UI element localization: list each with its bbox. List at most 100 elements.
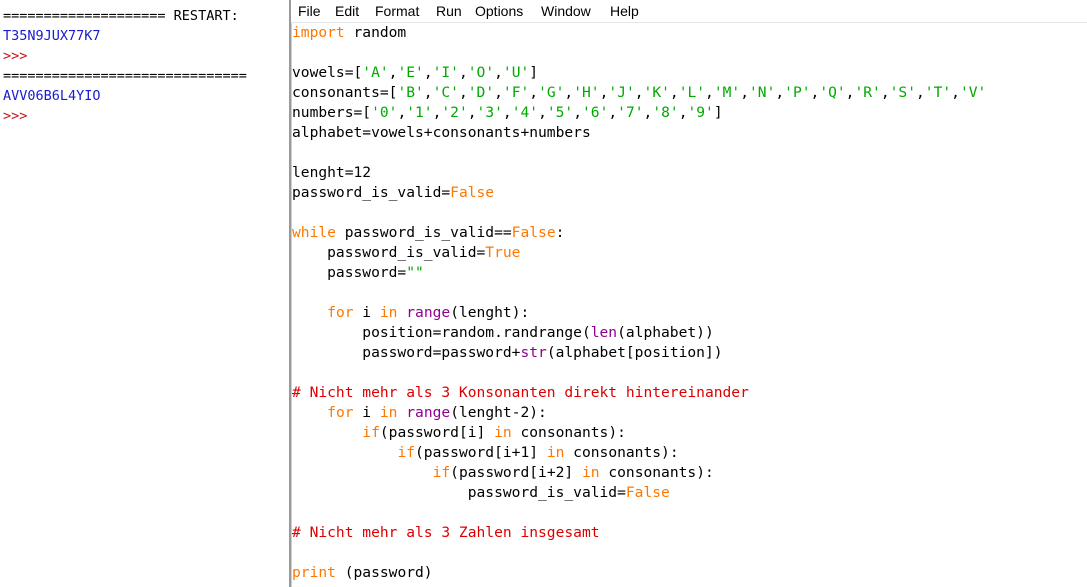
code-token: ,: [573, 104, 583, 121]
shell-prompt[interactable]: >>>: [3, 46, 27, 66]
code-token: if: [432, 464, 451, 481]
code-line: # Nicht mehr als 3 Zahlen insgesamt: [292, 523, 1082, 543]
code-token: in: [581, 464, 600, 481]
code-token: for: [327, 304, 354, 321]
code-token: False: [511, 224, 556, 241]
code-token: if: [397, 444, 416, 461]
code-token: ,: [397, 104, 407, 121]
code-token: random: [344, 24, 407, 41]
code-token: 'E': [397, 64, 424, 81]
code-token: (alphabet)): [617, 324, 714, 341]
code-token: (password[i]: [379, 424, 495, 441]
code-line: for i in range(lenght-2):: [292, 403, 1082, 423]
shell-restart-line: ==============================: [3, 68, 247, 84]
code-token: i: [353, 304, 380, 321]
menu-help[interactable]: Help: [610, 2, 639, 20]
shell-output-line: T35N9JUX77K7: [3, 28, 101, 44]
code-line: print (password): [292, 563, 1082, 583]
code-line: password_is_valid=False: [292, 483, 1082, 503]
code-token: ,: [915, 84, 925, 101]
code-line: # Nicht mehr als 3 Konsonanten direkt hi…: [292, 383, 1082, 403]
menu-run[interactable]: Run: [436, 2, 462, 20]
code-token: 'C': [432, 84, 459, 101]
code-token: (password): [335, 564, 433, 581]
code-token: (lenght):: [450, 304, 530, 321]
code-token: False: [625, 484, 670, 501]
code-token: password_is_valid==: [335, 224, 512, 241]
code-token: in: [379, 304, 398, 321]
code-line: numbers=['0','1','2','3','4','5','6','7'…: [292, 103, 1082, 123]
code-token: ,: [775, 84, 785, 101]
code-line: import random: [292, 23, 1082, 43]
code-token: in: [379, 404, 398, 421]
code-token: 'M': [713, 84, 741, 101]
code-token: 'F': [502, 84, 530, 101]
code-token: password=: [292, 264, 407, 281]
shell-prompt[interactable]: >>>: [3, 106, 27, 126]
code-line: position=random.randrange(len(alphabet)): [292, 323, 1082, 343]
code-token: ,: [467, 104, 477, 121]
code-token: i: [353, 404, 380, 421]
code-token: consonants):: [511, 424, 626, 441]
code-token: False: [450, 184, 495, 201]
code-token: password_is_valid=: [292, 484, 626, 501]
menu-edit[interactable]: Edit: [335, 2, 359, 20]
code-lines: import random vowels=['A','E','I','O','U…: [292, 23, 1082, 583]
code-token: ,: [529, 84, 539, 101]
menu-window[interactable]: Window: [541, 2, 591, 20]
code-token: '0': [371, 104, 398, 121]
code-token: 'T': [924, 84, 952, 101]
code-line: if(password[i] in consonants):: [292, 423, 1082, 443]
code-token: '5': [546, 104, 574, 121]
code-token: ,: [634, 84, 644, 101]
code-token: vowels=[: [292, 64, 363, 81]
code-token: ,: [458, 84, 468, 101]
code-line: while password_is_valid==False:: [292, 223, 1082, 243]
code-line: password_is_valid=True: [292, 243, 1082, 263]
code-token: 'J': [608, 84, 635, 101]
code-line: lenght=12: [292, 163, 1082, 183]
menu-options[interactable]: Options: [475, 2, 523, 20]
code-line: if(password[i+2] in consonants):: [292, 463, 1082, 483]
code-token: ,: [705, 84, 714, 101]
code-token: 'K': [643, 84, 670, 101]
code-token: password=password+: [292, 344, 521, 361]
shell-restart-line: ==================== RESTART:: [3, 8, 239, 24]
code-line: if(password[i+1] in consonants):: [292, 443, 1082, 463]
python-shell-panel[interactable]: ==================== RESTART: T35N9JUX77…: [0, 0, 291, 587]
code-token: :: [555, 224, 565, 241]
shell-output-line: AVV06B6L4YIO: [3, 88, 101, 104]
menu-format[interactable]: Format: [375, 2, 419, 20]
code-token: (password[i+1]: [415, 444, 547, 461]
code-token: while: [292, 224, 336, 241]
code-token: 'B': [397, 84, 424, 101]
code-token: password_is_valid=: [292, 244, 486, 261]
code-token: "": [406, 264, 424, 281]
code-token: print: [292, 564, 336, 581]
code-token: ,: [423, 84, 433, 101]
menu-file[interactable]: File: [298, 2, 321, 20]
code-token: ,: [458, 64, 468, 81]
code-token: 'S': [889, 84, 916, 101]
code-token: ]: [713, 104, 723, 121]
code-token: for: [327, 404, 354, 421]
code-token: ]: [529, 64, 539, 81]
code-token: '6': [582, 104, 609, 121]
code-token: # Nicht mehr als 3 Konsonanten direkt hi…: [292, 384, 749, 401]
code-token: 'V': [959, 84, 987, 101]
code-token: 'Q': [819, 84, 846, 101]
code-line: consonants=['B','C','D','F','G','H','J',…: [292, 83, 1082, 103]
code-token: 'L': [678, 84, 706, 101]
code-token: '1': [406, 104, 433, 121]
code-token: ,: [494, 64, 503, 81]
code-token: range: [406, 304, 451, 321]
code-line: password_is_valid=False: [292, 183, 1082, 203]
code-token: ,: [740, 84, 749, 101]
code-token: in: [546, 444, 565, 461]
code-text-area[interactable]: import random vowels=['A','E','I','O','U…: [291, 23, 1087, 587]
